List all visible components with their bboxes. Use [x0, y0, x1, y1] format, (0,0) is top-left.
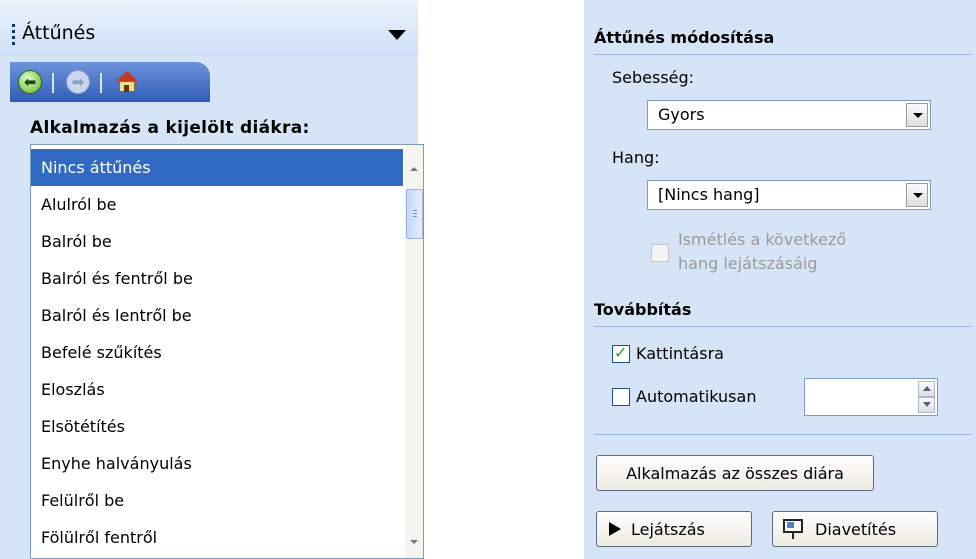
list-item[interactable]: Elsötétítés — [31, 408, 403, 445]
task-pane-header: Áttűnés — [0, 0, 418, 56]
home-icon — [116, 71, 138, 93]
spin-up-icon — [923, 386, 931, 391]
pane-menu-dropdown-icon[interactable] — [388, 30, 406, 40]
list-item[interactable]: Balról és fentről be — [31, 260, 403, 297]
apply-to-all-label: Alkalmazás az összes diára — [626, 463, 844, 483]
section-divider — [594, 434, 972, 435]
loop-until-next-sound-checkbox[interactable] — [651, 244, 669, 262]
section-divider — [594, 326, 972, 327]
list-item[interactable]: Felülről be — [31, 482, 403, 519]
slide-show-icon — [783, 519, 805, 539]
list-item[interactable]: Alulról be — [31, 186, 403, 223]
apply-to-all-slides-button[interactable]: Alkalmazás az összes diára — [596, 455, 874, 491]
sound-label: Hang: — [612, 148, 660, 167]
auto-advance-time-spinner[interactable] — [804, 378, 938, 416]
apply-to-selected-heading: Alkalmazás a kijelölt diákra: — [30, 118, 310, 138]
speed-value: Gyors — [658, 105, 705, 124]
list-item[interactable]: Balról be — [31, 223, 403, 260]
nav-separator — [52, 73, 54, 93]
speed-dropdown-button[interactable] — [906, 103, 928, 127]
scroll-thumb[interactable] — [406, 189, 423, 239]
list-item[interactable]: Balról és lentről be — [31, 297, 403, 334]
slide-show-label: Diavetítés — [815, 519, 897, 539]
list-item[interactable]: Enyhe halványulás — [31, 445, 403, 482]
spin-down-icon — [923, 402, 931, 407]
back-icon: ⬅ — [18, 70, 42, 94]
home-button[interactable] — [112, 68, 140, 96]
chevron-down-icon — [913, 193, 923, 198]
scroll-up-icon[interactable] — [410, 167, 418, 171]
nav-separator — [100, 73, 102, 93]
back-button[interactable]: ⬅ — [16, 68, 44, 96]
loop-label-line1: Ismétlés a következő — [678, 230, 847, 249]
automatically-label: Automatikusan — [636, 387, 757, 406]
forward-icon: ➡ — [66, 70, 90, 94]
spin-up-button[interactable] — [918, 381, 935, 397]
section-divider — [594, 54, 972, 55]
transition-list[interactable]: Nincs áttűnés Alulról be Balról be Balró… — [30, 144, 424, 559]
drag-grip[interactable] — [12, 24, 15, 46]
loop-label-line2: hang lejátszásáig — [678, 254, 818, 273]
scroll-down-icon[interactable] — [410, 540, 418, 544]
pane-title: Áttűnés — [22, 22, 96, 44]
thumb-grip-icon — [413, 210, 417, 219]
sound-select[interactable]: [Nincs hang] — [647, 180, 931, 210]
list-item[interactable]: Befelé szűkítés — [31, 334, 403, 371]
play-icon — [609, 522, 621, 536]
speed-label: Sebesség: — [612, 68, 695, 87]
play-button[interactable]: Lejátszás — [596, 511, 752, 547]
checkmark-icon: ✓ — [614, 343, 628, 362]
advance-slide-title: Továbbítás — [594, 300, 692, 319]
task-pane-transitions: Áttűnés ⬅ ➡ Alkalmazás a kijelölt diákra… — [0, 0, 424, 559]
forward-button[interactable]: ➡ — [64, 68, 92, 96]
sound-dropdown-button[interactable] — [906, 183, 928, 207]
chevron-down-icon — [913, 113, 923, 118]
slide-show-button[interactable]: Diavetítés — [772, 511, 938, 547]
automatically-checkbox[interactable] — [612, 388, 630, 406]
list-item[interactable]: Nincs áttűnés — [31, 149, 403, 186]
play-label: Lejátszás — [631, 519, 705, 539]
transition-settings-pane: Áttűnés módosítása Sebesség: Gyors Hang:… — [584, 0, 976, 559]
on-mouse-click-checkbox[interactable]: ✓ — [612, 343, 630, 363]
list-scrollbar[interactable] — [405, 145, 423, 558]
list-item[interactable]: Eloszlás — [31, 371, 403, 408]
sound-value: [Nincs hang] — [658, 185, 760, 204]
on-mouse-click-label: Kattintásra — [636, 344, 724, 363]
speed-select[interactable]: Gyors — [647, 100, 931, 130]
nav-toolbar: ⬅ ➡ — [10, 62, 210, 102]
spin-down-button[interactable] — [918, 397, 935, 413]
modify-transition-title: Áttűnés módosítása — [594, 28, 775, 47]
list-item[interactable]: Fölülről fentről — [31, 519, 403, 556]
